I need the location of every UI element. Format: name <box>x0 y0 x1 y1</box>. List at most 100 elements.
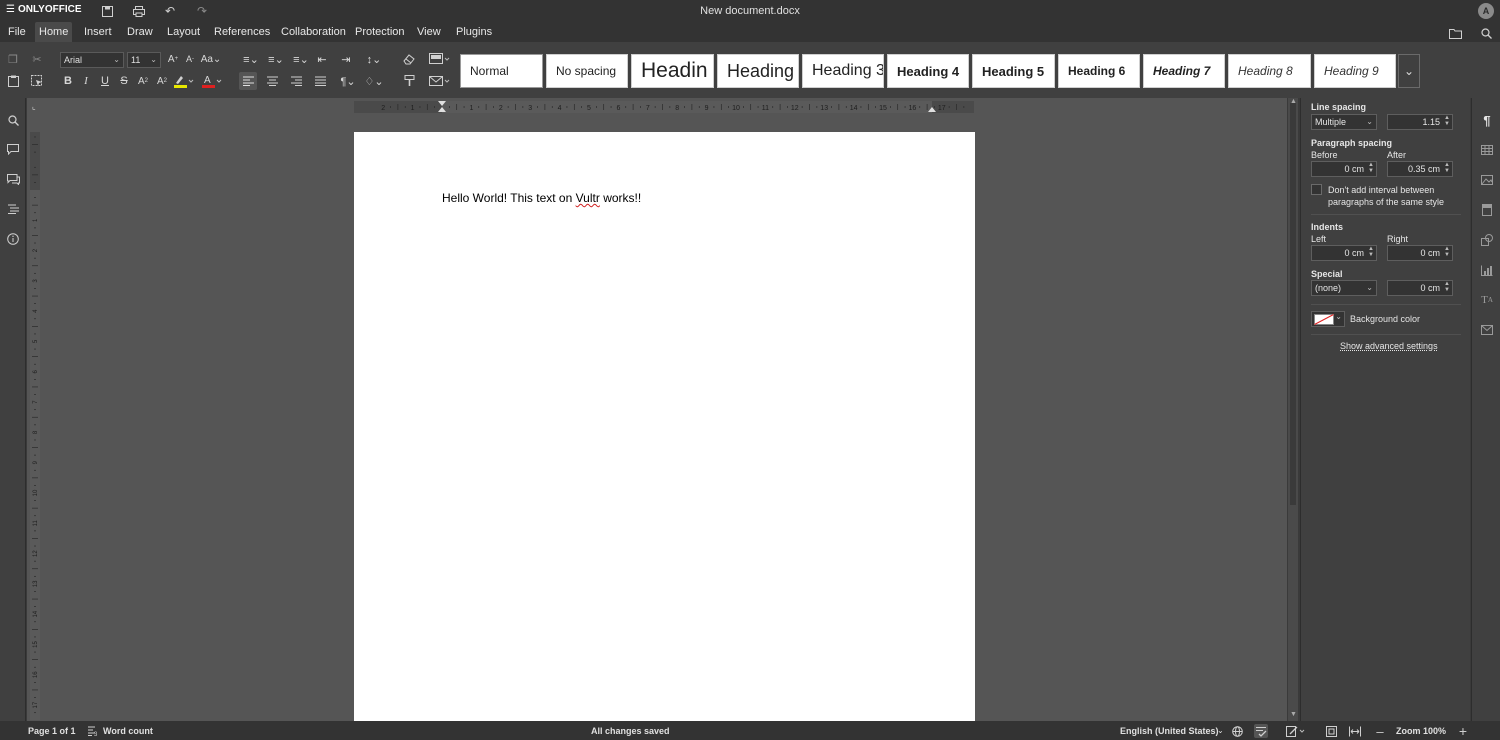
styles-expand-button[interactable]: ⌄ <box>1398 54 1420 88</box>
horizontal-ruler[interactable]: 2 1 1 2 3 4 5 6 7 8 9 10 11 12 13 14 15 16 17 <box>354 101 974 113</box>
undo-icon[interactable]: ↶ <box>162 3 178 19</box>
line-spacing-type-select[interactable]: Multiple ⌄ <box>1311 114 1377 130</box>
style-heading-5[interactable]: Heading 5 <box>972 54 1055 88</box>
align-left-icon[interactable] <box>239 72 257 90</box>
search-icon[interactable] <box>5 112 21 128</box>
spinner-icon[interactable]: ▲ ▼ <box>1444 281 1450 293</box>
copy-style-icon[interactable] <box>400 72 418 90</box>
font-size-select[interactable]: 11 ⌄ <box>127 52 161 68</box>
copy-icon[interactable]: ❐ <box>4 50 22 68</box>
highlight-color-icon[interactable] <box>172 72 196 90</box>
fit-to-width-icon[interactable] <box>1348 724 1362 738</box>
indent-left-input[interactable]: 0 cm ▲ ▼ <box>1311 245 1377 261</box>
navigation-icon[interactable] <box>5 201 21 217</box>
style-normal[interactable]: Normal <box>460 54 543 88</box>
special-indent-select[interactable]: (none) ⌄ <box>1311 280 1377 296</box>
header-footer-icon[interactable] <box>1479 202 1495 218</box>
style-heading-8[interactable]: Heading 8 <box>1228 54 1311 88</box>
zoom-out-icon[interactable]: – <box>1373 724 1387 739</box>
vertical-ruler[interactable]: 1234567891011121314151617 <box>30 132 40 720</box>
spacing-after-input[interactable]: 0.35 cm ▲ ▼ <box>1387 161 1453 177</box>
spacing-before-input[interactable]: 0 cm ▲ ▼ <box>1311 161 1377 177</box>
info-icon[interactable] <box>5 231 21 247</box>
vertical-scrollbar[interactable]: ▲ ▼ <box>1288 98 1298 721</box>
image-settings-icon[interactable] <box>1479 172 1495 188</box>
bold-icon[interactable]: B <box>59 72 77 90</box>
align-center-icon[interactable] <box>263 72 281 90</box>
page-indicator[interactable]: Page 1 of 1 <box>28 726 76 736</box>
chat-icon[interactable] <box>5 171 21 187</box>
advanced-settings-link[interactable]: Show advanced settings <box>1340 341 1438 351</box>
style-heading-2[interactable]: Heading <box>717 54 799 88</box>
style-heading-7[interactable]: Heading 7 <box>1143 54 1225 88</box>
align-right-icon[interactable] <box>287 72 305 90</box>
table-settings-icon[interactable] <box>1479 142 1495 158</box>
paragraph-marks-icon[interactable]: ¶⌄ <box>336 72 360 90</box>
font-color-icon[interactable]: A <box>200 72 224 90</box>
menu-plugins[interactable]: Plugins <box>452 25 496 41</box>
justify-icon[interactable] <box>311 72 329 90</box>
style-heading-4[interactable]: Heading 4 <box>887 54 969 88</box>
subscript-icon[interactable]: A2 <box>153 72 171 90</box>
menu-home[interactable]: Home <box>35 22 73 42</box>
misspelled-word[interactable]: Vultr <box>576 191 600 205</box>
menu-protection[interactable]: Protection <box>351 25 409 41</box>
decrease-font-icon[interactable]: A- <box>181 50 199 68</box>
menu-collaboration[interactable]: Collaboration <box>277 25 350 41</box>
word-count-icon[interactable]: 3 <box>86 724 100 738</box>
spinner-icon[interactable]: ▲ ▼ <box>1444 246 1450 258</box>
comments-icon[interactable] <box>5 141 21 157</box>
menu-layout[interactable]: Layout <box>163 25 204 41</box>
document-text[interactable]: Hello World! This text on Vultr works!! <box>442 191 641 205</box>
redo-icon[interactable]: ↷ <box>194 3 210 19</box>
mail-merge-icon[interactable] <box>428 72 452 90</box>
menu-draw[interactable]: Draw <box>123 25 157 41</box>
style-heading-1[interactable]: Headin <box>631 54 714 88</box>
menu-view[interactable]: View <box>413 25 445 41</box>
color-scheme-icon[interactable] <box>428 50 452 68</box>
spell-check-icon[interactable] <box>1254 724 1268 738</box>
underline-icon[interactable]: U <box>96 72 114 90</box>
shape-settings-icon[interactable] <box>1479 232 1495 248</box>
chart-settings-icon[interactable] <box>1479 262 1495 278</box>
cut-icon[interactable]: ✂ <box>28 50 46 68</box>
no-interval-checkbox[interactable] <box>1311 184 1322 195</box>
scroll-down-icon[interactable]: ▼ <box>1290 711 1297 718</box>
text-art-icon[interactable]: TA <box>1479 292 1495 308</box>
track-changes-icon[interactable] <box>1285 724 1307 738</box>
change-case-icon[interactable]: Aa⌄ <box>200 50 222 68</box>
globe-icon[interactable] <box>1230 724 1244 738</box>
menu-references[interactable]: References <box>210 25 274 41</box>
mail-merge-settings-icon[interactable] <box>1479 322 1495 338</box>
font-name-select[interactable]: Arial ⌄ <box>60 52 124 68</box>
style-heading-6[interactable]: Heading 6 <box>1058 54 1140 88</box>
style-heading-3[interactable]: Heading 3 <box>802 54 884 88</box>
menu-insert[interactable]: Insert <box>80 25 116 41</box>
italic-icon[interactable]: I <box>77 72 95 90</box>
numbered-list-icon[interactable]: ≡⌄ <box>265 50 287 68</box>
scrollbar-thumb[interactable] <box>1290 103 1296 505</box>
special-indent-input[interactable]: 0 cm ▲ ▼ <box>1387 280 1453 296</box>
strikethrough-icon[interactable]: S <box>115 72 133 90</box>
spinner-icon[interactable]: ▲ ▼ <box>1444 162 1450 174</box>
bullet-list-icon[interactable]: ≡⌄ <box>240 50 262 68</box>
shading-icon[interactable]: ♢⌄ <box>362 72 386 90</box>
search-icon[interactable] <box>1479 26 1493 40</box>
select-all-icon[interactable] <box>28 72 46 90</box>
line-spacing-value-input[interactable]: 1.15 ▲ ▼ <box>1387 114 1453 130</box>
increase-font-icon[interactable]: A + <box>164 50 182 68</box>
document-language-select[interactable]: English (United States) <box>1120 726 1219 736</box>
word-count-button[interactable]: Word count <box>103 726 153 736</box>
paragraph-settings-icon[interactable]: ¶ <box>1479 112 1495 128</box>
zoom-in-icon[interactable]: + <box>1456 723 1470 739</box>
superscript-icon[interactable]: A2 <box>134 72 152 90</box>
style-no-spacing[interactable]: No spacing <box>546 54 628 88</box>
background-color-picker[interactable]: ⌄ <box>1311 311 1345 327</box>
spinner-icon[interactable]: ▲ ▼ <box>1368 246 1374 258</box>
menu-file[interactable]: File <box>4 25 30 41</box>
spinner-icon[interactable]: ▲ ▼ <box>1444 115 1450 127</box>
spinner-icon[interactable]: ▲ ▼ <box>1368 162 1374 174</box>
tab-stop-icon[interactable]: ⌞ <box>32 102 40 111</box>
decrease-indent-icon[interactable]: ⇤ <box>313 50 331 68</box>
document-page[interactable]: Hello World! This text on Vultr works!! <box>354 132 975 721</box>
